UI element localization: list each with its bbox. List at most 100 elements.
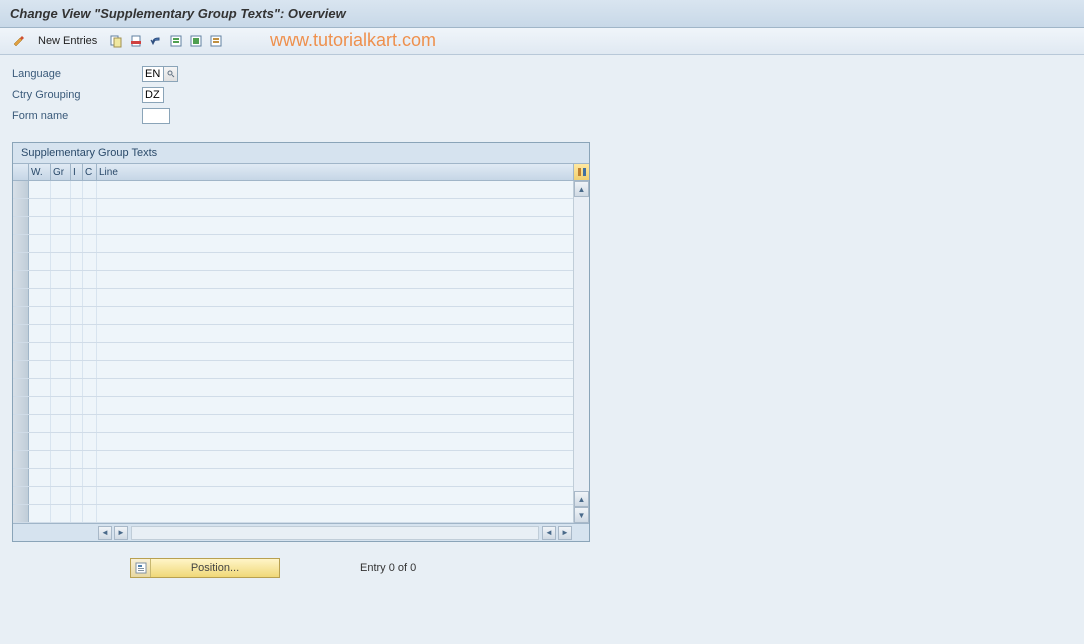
cell[interactable] <box>51 199 71 216</box>
cell[interactable] <box>97 433 573 450</box>
row-selector[interactable] <box>13 235 29 252</box>
cell[interactable] <box>71 217 83 234</box>
cell[interactable] <box>71 451 83 468</box>
cell[interactable] <box>51 325 71 342</box>
cell[interactable] <box>97 253 573 270</box>
cell[interactable] <box>29 361 51 378</box>
row-selector[interactable] <box>13 433 29 450</box>
cell[interactable] <box>51 361 71 378</box>
row-selector[interactable] <box>13 343 29 360</box>
cell[interactable] <box>29 433 51 450</box>
new-entries-button[interactable]: New Entries <box>30 33 105 49</box>
scroll-down-icon[interactable]: ▲ <box>574 491 589 507</box>
cell[interactable] <box>51 289 71 306</box>
cell[interactable] <box>83 199 97 216</box>
row-selector[interactable] <box>13 199 29 216</box>
cell[interactable] <box>97 325 573 342</box>
cell[interactable] <box>51 271 71 288</box>
cell[interactable] <box>71 397 83 414</box>
row-selector[interactable] <box>13 253 29 270</box>
cell[interactable] <box>83 415 97 432</box>
cell[interactable] <box>71 505 83 522</box>
scroll-up-icon[interactable]: ▲ <box>574 181 589 197</box>
copy-icon[interactable] <box>107 32 125 50</box>
language-f4-icon[interactable] <box>164 66 178 82</box>
row-selector[interactable] <box>13 271 29 288</box>
delete-icon[interactable] <box>127 32 145 50</box>
cell[interactable] <box>83 361 97 378</box>
cell[interactable] <box>29 415 51 432</box>
scroll-track[interactable] <box>131 526 539 540</box>
cell[interactable] <box>71 469 83 486</box>
scroll-left-icon[interactable]: ◄ <box>98 526 112 540</box>
cell[interactable] <box>29 271 51 288</box>
cell[interactable] <box>71 199 83 216</box>
cell[interactable] <box>83 217 97 234</box>
ctry-grouping-input[interactable] <box>142 87 164 103</box>
cell[interactable] <box>29 469 51 486</box>
cell[interactable] <box>29 181 51 198</box>
cell[interactable] <box>29 505 51 522</box>
cell[interactable] <box>29 235 51 252</box>
row-selector[interactable] <box>13 505 29 522</box>
cell[interactable] <box>51 253 71 270</box>
cell[interactable] <box>29 199 51 216</box>
cell[interactable] <box>71 487 83 504</box>
cell[interactable] <box>29 307 51 324</box>
cell[interactable] <box>97 271 573 288</box>
cell[interactable] <box>51 451 71 468</box>
row-selector[interactable] <box>13 487 29 504</box>
language-input[interactable] <box>142 66 164 82</box>
cell[interactable] <box>51 307 71 324</box>
cell[interactable] <box>97 181 573 198</box>
row-selector[interactable] <box>13 469 29 486</box>
cell[interactable] <box>83 343 97 360</box>
cell[interactable] <box>29 217 51 234</box>
cell[interactable] <box>71 235 83 252</box>
cell[interactable] <box>97 199 573 216</box>
cell[interactable] <box>51 415 71 432</box>
select-block-icon[interactable] <box>187 32 205 50</box>
row-selector[interactable] <box>13 289 29 306</box>
col-gr[interactable]: Gr <box>51 164 71 180</box>
cell[interactable] <box>29 397 51 414</box>
row-selector[interactable] <box>13 379 29 396</box>
row-selector[interactable] <box>13 361 29 378</box>
cell[interactable] <box>51 505 71 522</box>
cell[interactable] <box>51 379 71 396</box>
scroll-down2-icon[interactable]: ▼ <box>574 507 589 523</box>
cell[interactable] <box>51 433 71 450</box>
cell[interactable] <box>51 235 71 252</box>
table-config-icon[interactable] <box>573 164 589 180</box>
cell[interactable] <box>71 361 83 378</box>
scroll-right-icon[interactable]: ► <box>114 526 128 540</box>
row-selector[interactable] <box>13 217 29 234</box>
row-selector[interactable] <box>13 415 29 432</box>
cell[interactable] <box>29 487 51 504</box>
cell[interactable] <box>97 451 573 468</box>
cell[interactable] <box>71 379 83 396</box>
cell[interactable] <box>71 343 83 360</box>
row-selector[interactable] <box>13 451 29 468</box>
cell[interactable] <box>97 343 573 360</box>
cell[interactable] <box>29 289 51 306</box>
col-i[interactable]: I <box>71 164 83 180</box>
cell[interactable] <box>83 487 97 504</box>
cell[interactable] <box>83 379 97 396</box>
row-selector[interactable] <box>13 181 29 198</box>
cell[interactable] <box>71 289 83 306</box>
cell[interactable] <box>29 253 51 270</box>
deselect-all-icon[interactable] <box>207 32 225 50</box>
cell[interactable] <box>71 325 83 342</box>
cell[interactable] <box>83 469 97 486</box>
cell[interactable] <box>83 181 97 198</box>
form-name-input[interactable] <box>142 108 170 124</box>
cell[interactable] <box>97 235 573 252</box>
row-selector[interactable] <box>13 397 29 414</box>
cell[interactable] <box>29 379 51 396</box>
scroll-left2-icon[interactable]: ◄ <box>542 526 556 540</box>
cell[interactable] <box>83 451 97 468</box>
cell[interactable] <box>97 217 573 234</box>
cell[interactable] <box>83 397 97 414</box>
cell[interactable] <box>97 307 573 324</box>
